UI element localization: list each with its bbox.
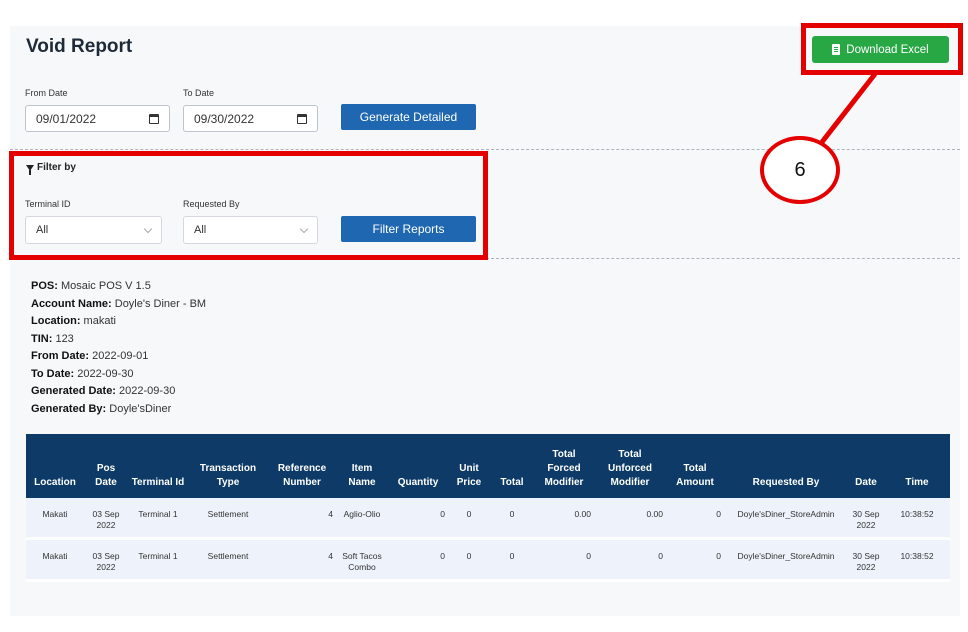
to-date-label: To Date [183, 88, 215, 98]
table-cell: 0 [666, 538, 724, 582]
from-date-label: From Date [25, 88, 68, 98]
calendar-icon[interactable] [297, 113, 307, 124]
table-cell: 10:38:52 [884, 498, 950, 540]
annotation-number: 6 [794, 158, 806, 181]
from-date-input[interactable]: 09/01/2022 [25, 105, 170, 132]
table-cell: Doyle'sDiner_StoreAdmin [724, 498, 848, 540]
col-header-location[interactable]: Location [26, 434, 84, 498]
info-line: To Date: 2022-09-30 [31, 367, 134, 380]
col-header-transaction-type[interactable]: Transaction Type [188, 434, 268, 498]
col-header-terminal-id[interactable]: Terminal Id [128, 434, 188, 498]
table-row: Makati 03 Sep 2022 Terminal 1 Settlement… [26, 538, 950, 582]
table-cell: Settlement [188, 498, 268, 540]
to-date-input[interactable]: 09/30/2022 [183, 105, 318, 132]
table-cell: 30 Sep 2022 [848, 498, 884, 540]
table-cell: Settlement [188, 538, 268, 582]
col-header-total-forced-modifier[interactable]: Total Forced Modifier [534, 434, 594, 498]
table-cell: Aglio-Olio [336, 498, 388, 540]
info-line: Location: makati [31, 315, 116, 327]
table-cell: Makati [26, 538, 84, 582]
info-line: POS: Mosaic POS V 1.5 [31, 280, 151, 292]
table-cell: 30 Sep 2022 [848, 538, 884, 582]
annotation-highlight-filter [9, 151, 488, 260]
generate-detailed-button[interactable]: Generate Detailed [341, 104, 476, 130]
annotation-highlight-download [801, 23, 963, 75]
col-header-total[interactable]: Total [490, 434, 534, 498]
col-header-quantity[interactable]: Quantity [388, 434, 448, 498]
col-header-requested-by[interactable]: Requested By [724, 434, 848, 498]
report-info: POS: Mosaic POS V 1.5 Account Name: Doyl… [31, 278, 206, 418]
table-cell: Terminal 1 [128, 498, 188, 540]
table-cell: 03 Sep 2022 [84, 498, 128, 540]
info-line: Generated By: Doyle'sDiner [31, 402, 172, 415]
calendar-icon[interactable] [149, 113, 159, 124]
col-header-pos-date[interactable]: Pos Date [84, 434, 128, 498]
info-line: Generated Date: 2022-09-30 [31, 385, 176, 397]
page-title: Void Report [26, 36, 133, 57]
table-cell: 0 [490, 498, 534, 540]
void-report-table: Location Pos Date Terminal Id Transactio… [26, 434, 950, 582]
col-header-time[interactable]: Time [884, 434, 950, 498]
info-line: TIN: 123 [31, 332, 74, 345]
col-header-unit-price[interactable]: Unit Price [448, 434, 490, 498]
table-cell: 0 [388, 538, 448, 582]
table-cell: 0 [594, 538, 666, 582]
table-cell: Makati [26, 498, 84, 540]
table-cell: 4 [268, 538, 336, 582]
table-cell: Soft Tacos Combo [336, 538, 388, 582]
col-header-item-name[interactable]: Item Name [336, 434, 388, 498]
table-cell: 0 [534, 538, 594, 582]
table-cell: Terminal 1 [128, 538, 188, 582]
table-cell: 0.00 [534, 498, 594, 540]
table-cell: 0 [448, 498, 490, 540]
table-row: Makati 03 Sep 2022 Terminal 1 Settlement… [26, 498, 950, 540]
table-cell: 0 [490, 538, 534, 582]
table-cell: 0.00 [594, 498, 666, 540]
table-cell: 03 Sep 2022 [84, 538, 128, 582]
col-header-total-amount[interactable]: Total Amount [666, 434, 724, 498]
info-line: Account Name: Doyle's Diner - BM [31, 297, 207, 310]
table-header-row: Location Pos Date Terminal Id Transactio… [26, 434, 950, 498]
col-header-date[interactable]: Date [848, 434, 884, 498]
table-cell: 0 [388, 498, 448, 540]
col-header-reference-number[interactable]: Reference Number [268, 434, 336, 498]
col-header-total-unforced-modifier[interactable]: Total Unforced Modifier [594, 434, 666, 498]
table-cell: Doyle'sDiner_StoreAdmin [724, 538, 848, 582]
table-cell: 10:38:52 [884, 538, 950, 582]
annotation-callout: 6 [760, 136, 840, 204]
to-date-value: 09/30/2022 [194, 111, 255, 126]
table-cell: 0 [666, 498, 724, 540]
from-date-value: 09/01/2022 [36, 111, 97, 126]
table-cell: 4 [268, 498, 336, 540]
report-page: Void Report Download Excel From Date 09/… [10, 26, 960, 616]
table-cell: 0 [448, 538, 490, 582]
info-line: From Date: 2022-09-01 [31, 350, 149, 362]
